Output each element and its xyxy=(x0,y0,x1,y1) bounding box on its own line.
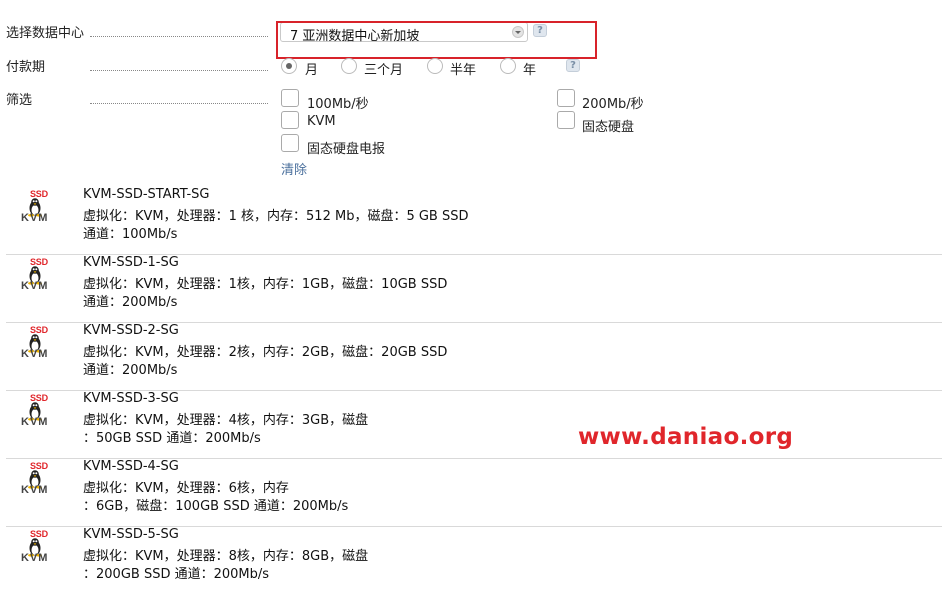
product-name: KVM-SSD-5-SG xyxy=(83,527,179,542)
product-spec-line2: ：200GB SSD 通道：200Mb/s xyxy=(83,567,270,582)
filter-checkbox-ssd-telegram[interactable] xyxy=(281,134,299,152)
filter-option-200mb: 200Mb/秒 xyxy=(582,97,644,112)
filter-option-ssd: 固态硬盘 xyxy=(582,120,635,135)
billing-option-month: 月 xyxy=(305,63,319,78)
billing-help-icon[interactable]: ? xyxy=(566,59,580,72)
billing-option-halfyear: 半年 xyxy=(450,63,477,78)
ssd-kvm-logo: SSD KVM xyxy=(18,529,54,569)
datacenter-leader-dots xyxy=(90,36,268,37)
billing-radio-quarter[interactable] xyxy=(341,58,357,74)
product-spec-line1: 虚拟化：KVM，处理器：1 核，内存：512 Mb，磁盘：5 GB SSD xyxy=(83,209,469,224)
filter-option-ssd-telegram: 固态硬盘电报 xyxy=(307,142,386,157)
filter-leader-dots xyxy=(90,103,268,104)
billing-label: 付款期 xyxy=(6,60,46,75)
product-spec-line2: 通道：200Mb/s xyxy=(83,295,178,310)
clear-filters-link[interactable]: 清除 xyxy=(281,159,307,178)
logo-kvm-text: KVM xyxy=(21,484,49,496)
filter-checkbox-ssd[interactable] xyxy=(557,111,575,129)
ssd-kvm-logo: SSD KVM xyxy=(18,189,54,229)
filter-checkbox-100mb[interactable] xyxy=(281,89,299,107)
logo-kvm-text: KVM xyxy=(21,212,49,224)
product-item[interactable]: SSD KVM KVM-SSD-4-SG 虚拟化：KVM，处理器：6核，内存 ：… xyxy=(6,459,942,527)
product-item[interactable]: SSD KVM KVM-SSD-2-SG 虚拟化：KVM，处理器：2核，内存：2… xyxy=(6,323,942,391)
product-spec-line2: 通道：100Mb/s xyxy=(83,227,178,242)
ssd-kvm-logo: SSD KVM xyxy=(18,461,54,501)
product-spec-line1: 虚拟化：KVM，处理器：8核，内存：8GB，磁盘 xyxy=(83,549,369,564)
product-spec-line2: ：50GB SSD 通道：200Mb/s xyxy=(83,431,261,446)
product-spec-line2: 通道：200Mb/s xyxy=(83,363,178,378)
billing-radio-year[interactable] xyxy=(500,58,516,74)
watermark-text: www.daniao.org xyxy=(578,424,794,450)
product-spec-line1: 虚拟化：KVM，处理器：1核，内存：1GB，磁盘：10GB SSD xyxy=(83,277,448,292)
product-item[interactable]: SSD KVM KVM-SSD-3-SG 虚拟化：KVM，处理器：4核，内存：3… xyxy=(6,391,942,459)
ssd-kvm-logo: SSD KVM xyxy=(18,325,54,365)
filter-option-100mb: 100Mb/秒 xyxy=(307,97,369,112)
ssd-kvm-logo: SSD KVM xyxy=(18,257,54,297)
product-name: KVM-SSD-1-SG xyxy=(83,255,179,270)
product-name: KVM-SSD-3-SG xyxy=(83,391,179,406)
product-item[interactable]: SSD KVM KVM-SSD-5-SG 虚拟化：KVM，处理器：8核，内存：8… xyxy=(6,527,942,595)
highlight-box xyxy=(276,21,597,59)
billing-option-year: 年 xyxy=(523,63,537,78)
datacenter-label: 选择数据中心 xyxy=(6,26,85,41)
logo-kvm-text: KVM xyxy=(21,416,49,428)
product-item[interactable]: SSD KVM KVM-SSD-1-SG 虚拟化：KVM，处理器：1核，内存：1… xyxy=(6,255,942,323)
logo-kvm-text: KVM xyxy=(21,280,49,292)
product-item[interactable]: SSD KVM KVM-SSD-START-SG 虚拟化：KVM，处理器：1 核… xyxy=(6,187,942,255)
product-spec-line1: 虚拟化：KVM，处理器：2核，内存：2GB，磁盘：20GB SSD xyxy=(83,345,448,360)
ssd-kvm-logo: SSD KVM xyxy=(18,393,54,433)
filter-checkbox-kvm[interactable] xyxy=(281,111,299,129)
product-spec-line1: 虚拟化：KVM，处理器：4核，内存：3GB，磁盘 xyxy=(83,413,369,428)
logo-kvm-text: KVM xyxy=(21,348,49,360)
product-name: KVM-SSD-START-SG xyxy=(83,187,210,202)
billing-leader-dots xyxy=(90,70,268,71)
billing-radio-month[interactable] xyxy=(281,58,297,74)
billing-option-quarter: 三个月 xyxy=(364,63,404,78)
filter-label: 筛选 xyxy=(6,93,33,108)
product-name: KVM-SSD-2-SG xyxy=(83,323,179,338)
product-spec-line1: 虚拟化：KVM，处理器：6核，内存 xyxy=(83,481,289,496)
filter-checkbox-200mb[interactable] xyxy=(557,89,575,107)
filter-option-kvm: KVM xyxy=(307,114,336,129)
logo-kvm-text: KVM xyxy=(21,552,49,564)
billing-radio-halfyear[interactable] xyxy=(427,58,443,74)
product-name: KVM-SSD-4-SG xyxy=(83,459,179,474)
product-spec-line2: ：6GB，磁盘：100GB SSD 通道：200Mb/s xyxy=(83,499,349,514)
